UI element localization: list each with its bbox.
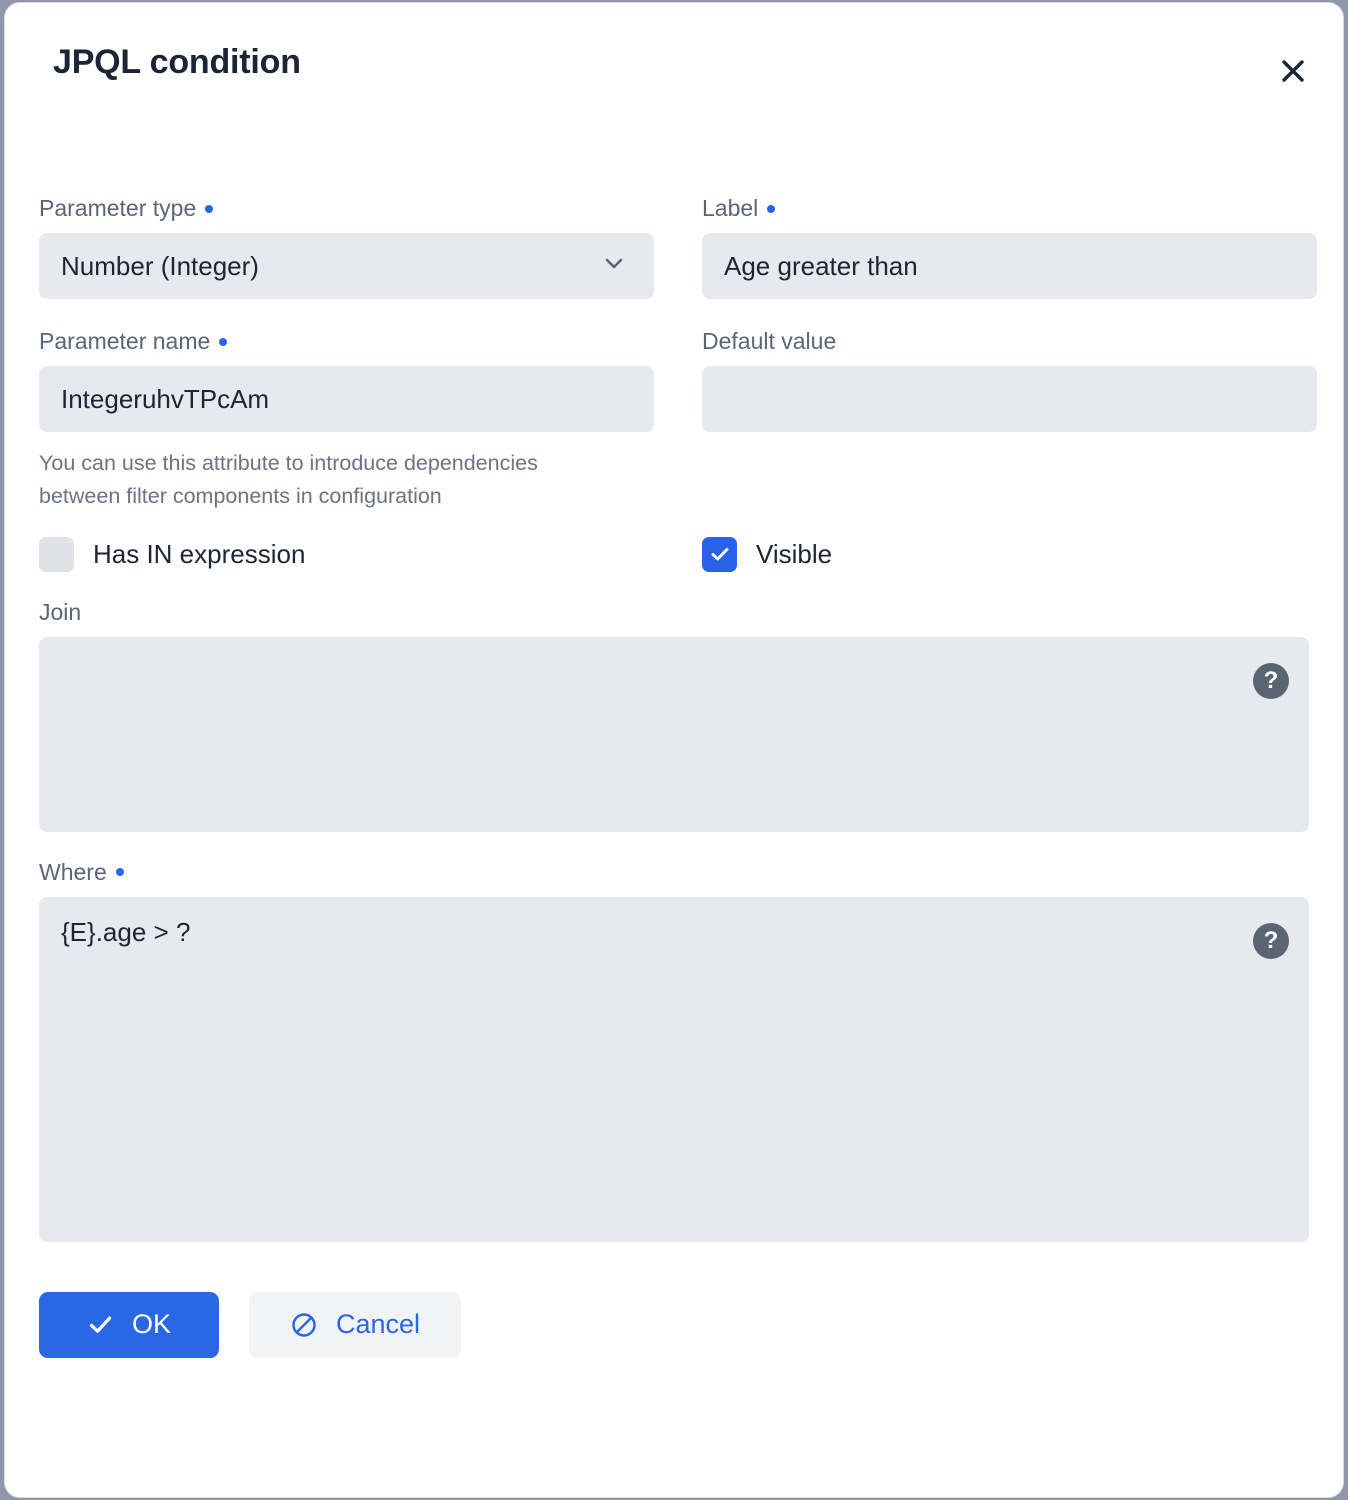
ok-button[interactable]: OK — [39, 1292, 219, 1358]
parameter-type-label-text: Parameter type — [39, 197, 196, 220]
ok-button-label: OK — [132, 1311, 171, 1338]
default-value-input[interactable] — [702, 366, 1317, 432]
checkbox-unchecked-icon — [39, 537, 74, 572]
required-dot-icon — [219, 338, 227, 346]
help-circle-icon[interactable]: ? — [1253, 923, 1289, 959]
form-row-2: Parameter name IntegeruhvTPcAm You can u… — [39, 330, 1309, 513]
close-icon — [1280, 58, 1306, 84]
visible-label: Visible — [756, 541, 832, 567]
dialog-body: Parameter type Number (Integer) Label — [5, 197, 1343, 1242]
field-default-value: Default value — [702, 330, 1317, 513]
form-row-checkboxes: Has IN expression Visible — [39, 537, 1309, 572]
checkbox-checked-icon — [702, 537, 737, 572]
has-in-expression-label: Has IN expression — [93, 541, 305, 567]
dialog-header: JPQL condition — [5, 3, 1343, 121]
where-label-text: Where — [39, 861, 107, 884]
page-title: JPQL condition — [53, 45, 301, 79]
close-button[interactable] — [1271, 49, 1315, 93]
check-icon — [87, 1311, 114, 1338]
label-value: Age greater than — [724, 253, 918, 279]
required-dot-icon — [116, 868, 124, 876]
join-label-text: Join — [39, 601, 81, 624]
jpql-condition-dialog: JPQL condition Parameter type Number (In… — [4, 2, 1344, 1498]
where-textarea[interactable]: {E}.age > ? ? — [39, 897, 1309, 1242]
cancel-button-label: Cancel — [336, 1311, 420, 1338]
join-textarea[interactable]: ? — [39, 637, 1309, 832]
where-value: {E}.age > ? — [39, 897, 1309, 968]
join-label: Join — [39, 601, 1309, 624]
field-join: Join ? — [39, 601, 1309, 832]
default-value-label: Default value — [702, 330, 1317, 353]
label-input[interactable]: Age greater than — [702, 233, 1317, 299]
field-label: Label Age greater than — [702, 197, 1317, 299]
join-value — [39, 637, 1309, 675]
help-circle-icon[interactable]: ? — [1253, 663, 1289, 699]
where-label: Where — [39, 861, 1309, 884]
field-parameter-name: Parameter name IntegeruhvTPcAm You can u… — [39, 330, 654, 513]
parameter-type-select[interactable]: Number (Integer) — [39, 233, 654, 299]
field-where: Where {E}.age > ? ? — [39, 861, 1309, 1242]
parameter-name-input[interactable]: IntegeruhvTPcAm — [39, 366, 654, 432]
ban-icon — [290, 1311, 318, 1339]
label-label-text: Label — [702, 197, 758, 220]
form-row-1: Parameter type Number (Integer) Label — [39, 197, 1309, 299]
required-dot-icon — [205, 205, 213, 213]
parameter-name-value: IntegeruhvTPcAm — [61, 386, 269, 412]
cancel-button[interactable]: Cancel — [249, 1292, 461, 1358]
label-label: Label — [702, 197, 1317, 220]
parameter-name-label-text: Parameter name — [39, 330, 210, 353]
dialog-footer: OK Cancel — [5, 1242, 1343, 1358]
parameter-name-label: Parameter name — [39, 330, 654, 353]
required-dot-icon — [767, 205, 775, 213]
chevron-down-icon — [600, 249, 628, 284]
has-in-expression-checkbox[interactable]: Has IN expression — [39, 537, 654, 572]
visible-checkbox[interactable]: Visible — [702, 537, 1317, 572]
parameter-type-label: Parameter type — [39, 197, 654, 220]
default-value-label-text: Default value — [702, 330, 836, 353]
field-parameter-type: Parameter type Number (Integer) — [39, 197, 654, 299]
parameter-name-hint: You can use this attribute to introduce … — [39, 447, 599, 513]
parameter-type-value: Number (Integer) — [61, 253, 259, 279]
